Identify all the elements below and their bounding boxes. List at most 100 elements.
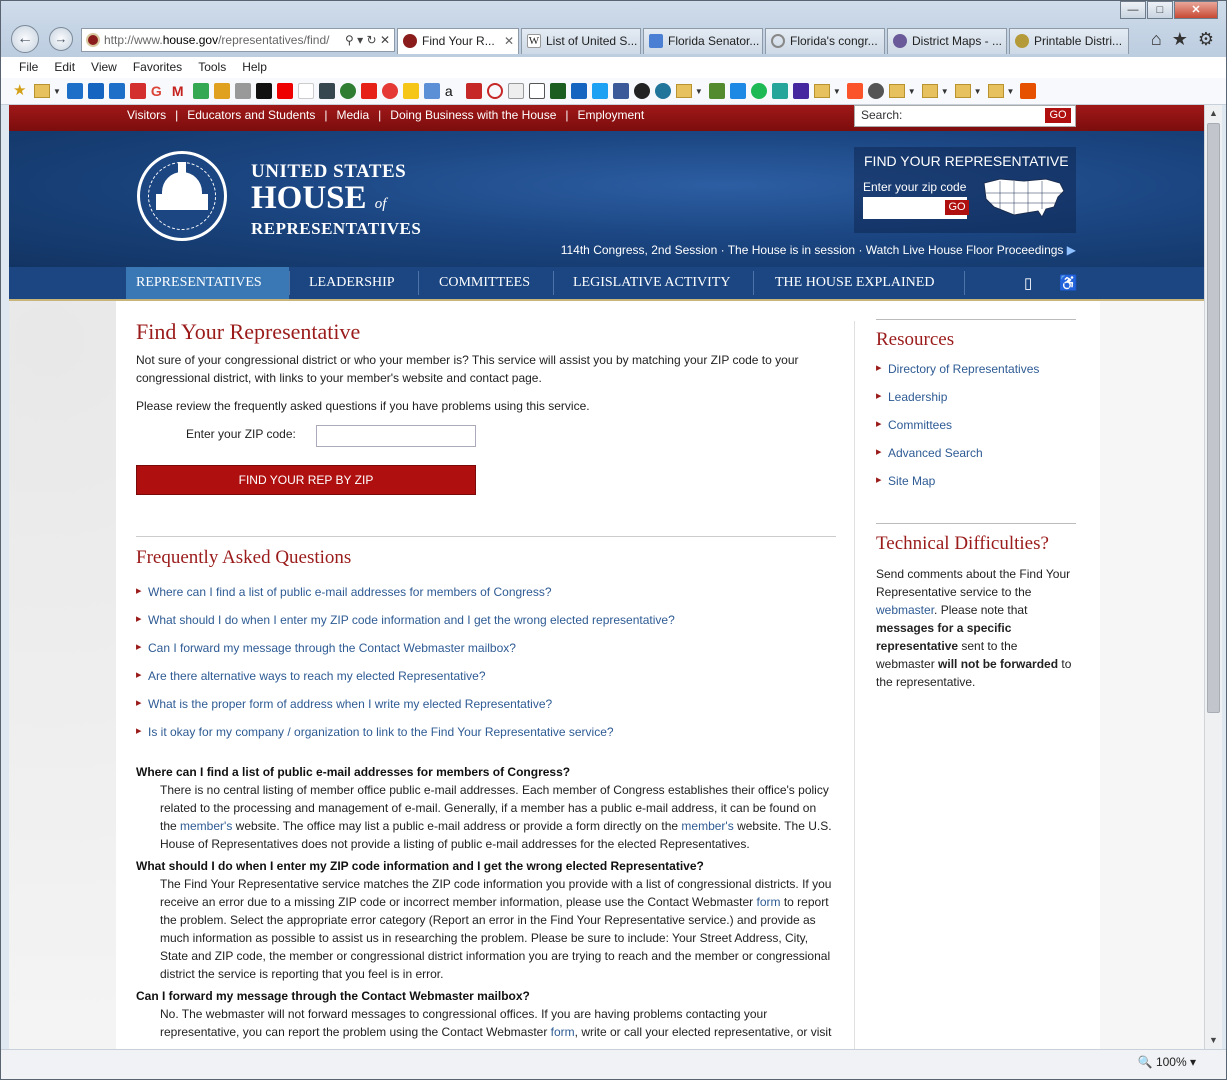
bookmark-icon-22[interactable] bbox=[792, 83, 809, 99]
link-employment[interactable]: Employment bbox=[578, 108, 645, 122]
bookmark-icon-13[interactable] bbox=[465, 83, 482, 99]
link-educators[interactable]: Educators and Students bbox=[187, 108, 315, 122]
resource-committees[interactable]: Committees bbox=[876, 417, 1076, 446]
bookmark-icon-5[interactable] bbox=[213, 83, 230, 99]
scroll-down-arrow-icon[interactable]: ▼ bbox=[1205, 1032, 1222, 1049]
link-media[interactable]: Media bbox=[336, 108, 369, 122]
folder-icon[interactable] bbox=[34, 84, 50, 98]
bookmark-icon-15[interactable] bbox=[507, 83, 524, 99]
nav-legislative-activity[interactable]: LEGISLATIVE ACTIVITY bbox=[563, 267, 740, 299]
search-icon[interactable]: ⚲ bbox=[345, 33, 354, 47]
site-brand[interactable]: UNITED STATES HOUSE of REPRESENTATIVES bbox=[251, 161, 421, 239]
nav-house-explained[interactable]: THE HOUSE EXPLAINED bbox=[765, 267, 944, 299]
scroll-up-arrow-icon[interactable]: ▲ bbox=[1205, 105, 1222, 122]
nav-representatives[interactable]: REPRESENTATIVES bbox=[126, 267, 289, 299]
bookmark-icon-24[interactable] bbox=[1020, 83, 1037, 99]
zoom-control[interactable]: 🔍 100% ▾ bbox=[1138, 1055, 1196, 1069]
wordpress-icon[interactable] bbox=[654, 83, 671, 99]
maps-icon[interactable] bbox=[192, 83, 209, 99]
link-doing-business[interactable]: Doing Business with the House bbox=[390, 108, 556, 122]
menu-edit[interactable]: Edit bbox=[54, 57, 75, 78]
google-icon[interactable]: G bbox=[151, 83, 167, 99]
gmail-icon[interactable]: M bbox=[172, 83, 188, 99]
menu-help[interactable]: Help bbox=[242, 57, 267, 78]
faq-link[interactable]: What should I do when I enter my ZIP cod… bbox=[136, 612, 675, 641]
bookmark-icon-4[interactable] bbox=[129, 83, 146, 99]
brave-icon[interactable] bbox=[846, 83, 863, 99]
menu-view[interactable]: View bbox=[91, 57, 117, 78]
resource-site-map[interactable]: Site Map bbox=[876, 473, 1076, 502]
minimize-button[interactable]: — bbox=[1120, 1, 1146, 19]
vertical-scrollbar[interactable]: ▲ ▼ bbox=[1204, 105, 1222, 1049]
home-icon[interactable]: ⌂ bbox=[1151, 29, 1162, 50]
resource-leadership[interactable]: Leadership bbox=[876, 389, 1076, 418]
refresh-icon[interactable]: ↻ bbox=[367, 33, 377, 47]
faq-link[interactable]: Are there alternative ways to reach my e… bbox=[136, 668, 675, 697]
address-bar[interactable]: http://www.house.gov/representatives/fin… bbox=[81, 28, 395, 52]
menu-file[interactable]: File bbox=[19, 57, 38, 78]
find-rep-by-zip-button[interactable]: FIND YOUR REP BY ZIP bbox=[136, 465, 476, 495]
header-go-button[interactable]: GO bbox=[945, 200, 969, 215]
close-tab-icon[interactable]: ✕ bbox=[504, 29, 514, 53]
nav-leadership[interactable]: LEADERSHIP bbox=[299, 267, 405, 299]
twitter-icon[interactable] bbox=[591, 83, 608, 99]
scroll-thumb[interactable] bbox=[1207, 123, 1220, 713]
bookmark-icon-14[interactable] bbox=[486, 83, 503, 99]
tab-printable-distri[interactable]: Printable Distri... bbox=[1009, 28, 1129, 54]
tab-find-your-rep[interactable]: Find Your R... ✕ bbox=[397, 28, 519, 54]
close-button[interactable]: ✕ bbox=[1174, 1, 1218, 19]
webmaster-form-link[interactable]: form bbox=[551, 1025, 575, 1039]
tab-floridas-congr[interactable]: Florida's congr... bbox=[765, 28, 885, 54]
imdb-icon[interactable] bbox=[402, 83, 419, 99]
amazon-icon[interactable]: a bbox=[445, 83, 461, 99]
spotify-icon[interactable] bbox=[750, 83, 767, 99]
bookmark-icon-8[interactable] bbox=[276, 83, 293, 99]
faq-link[interactable]: Where can I find a list of public e-mail… bbox=[136, 584, 675, 613]
favorites-star-icon[interactable]: ★ bbox=[1172, 29, 1188, 50]
session-status[interactable]: 114th Congress, 2nd Session · The House … bbox=[561, 243, 1076, 257]
zip-input[interactable] bbox=[316, 425, 476, 447]
webmaster-link[interactable]: webmaster bbox=[876, 603, 934, 617]
bookmark-icon-7[interactable] bbox=[255, 83, 272, 99]
resource-directory[interactable]: Directory of Representatives bbox=[876, 361, 1076, 390]
bookmark-icon-3[interactable] bbox=[108, 83, 125, 99]
bookmark-icon-6[interactable] bbox=[234, 83, 251, 99]
header-zip-input[interactable]: GO bbox=[863, 197, 969, 219]
link-visitors[interactable]: Visitors bbox=[127, 108, 166, 122]
tab-list-of-united[interactable]: W List of United S... bbox=[521, 28, 641, 54]
back-button[interactable]: ← bbox=[11, 25, 39, 53]
folder-icon[interactable] bbox=[813, 84, 830, 98]
menu-tools[interactable]: Tools bbox=[198, 57, 226, 78]
bookmark-icon-10[interactable] bbox=[318, 83, 335, 99]
tab-district-maps[interactable]: District Maps - ... bbox=[887, 28, 1007, 54]
faq-link[interactable]: What is the proper form of address when … bbox=[136, 696, 675, 725]
resource-advanced-search[interactable]: Advanced Search bbox=[876, 445, 1076, 474]
bookmark-icon-19[interactable] bbox=[708, 83, 725, 99]
mobile-phone-icon[interactable]: ▯ bbox=[1024, 274, 1032, 292]
folder-icon[interactable] bbox=[888, 84, 905, 98]
bookmark-icon-11[interactable] bbox=[339, 83, 356, 99]
search-go-button[interactable]: GO bbox=[1045, 108, 1071, 123]
webmaster-form-link[interactable]: form bbox=[757, 895, 781, 909]
members-link[interactable]: member's bbox=[180, 819, 232, 833]
tomato-icon[interactable] bbox=[381, 83, 398, 99]
faq-link[interactable]: Can I forward my message through the Con… bbox=[136, 640, 675, 669]
members-link[interactable]: member's bbox=[681, 819, 733, 833]
bookmark-icon-17[interactable] bbox=[549, 83, 566, 99]
add-favorite-star-icon[interactable]: ★ bbox=[13, 83, 29, 99]
bookmark-icon-12[interactable] bbox=[423, 83, 440, 99]
capitol-seal-logo[interactable] bbox=[137, 151, 227, 241]
github-icon[interactable] bbox=[633, 83, 650, 99]
bookmark-icon-9[interactable] bbox=[297, 83, 314, 99]
bookmark-icon-20[interactable] bbox=[729, 83, 746, 99]
bookmark-icon-1[interactable] bbox=[66, 83, 83, 99]
facebook-icon[interactable] bbox=[612, 83, 629, 99]
site-search-input[interactable]: Search: GO bbox=[854, 105, 1076, 127]
forward-button[interactable]: → bbox=[49, 27, 73, 51]
bookmark-icon-16[interactable] bbox=[528, 83, 545, 99]
accessibility-icon[interactable]: ♿ bbox=[1059, 274, 1078, 292]
bookmark-icon-2[interactable] bbox=[87, 83, 104, 99]
bookmark-icon-18[interactable] bbox=[570, 83, 587, 99]
settings-gear-icon[interactable]: ⚙ bbox=[1198, 29, 1214, 50]
folder-icon[interactable] bbox=[954, 84, 971, 98]
